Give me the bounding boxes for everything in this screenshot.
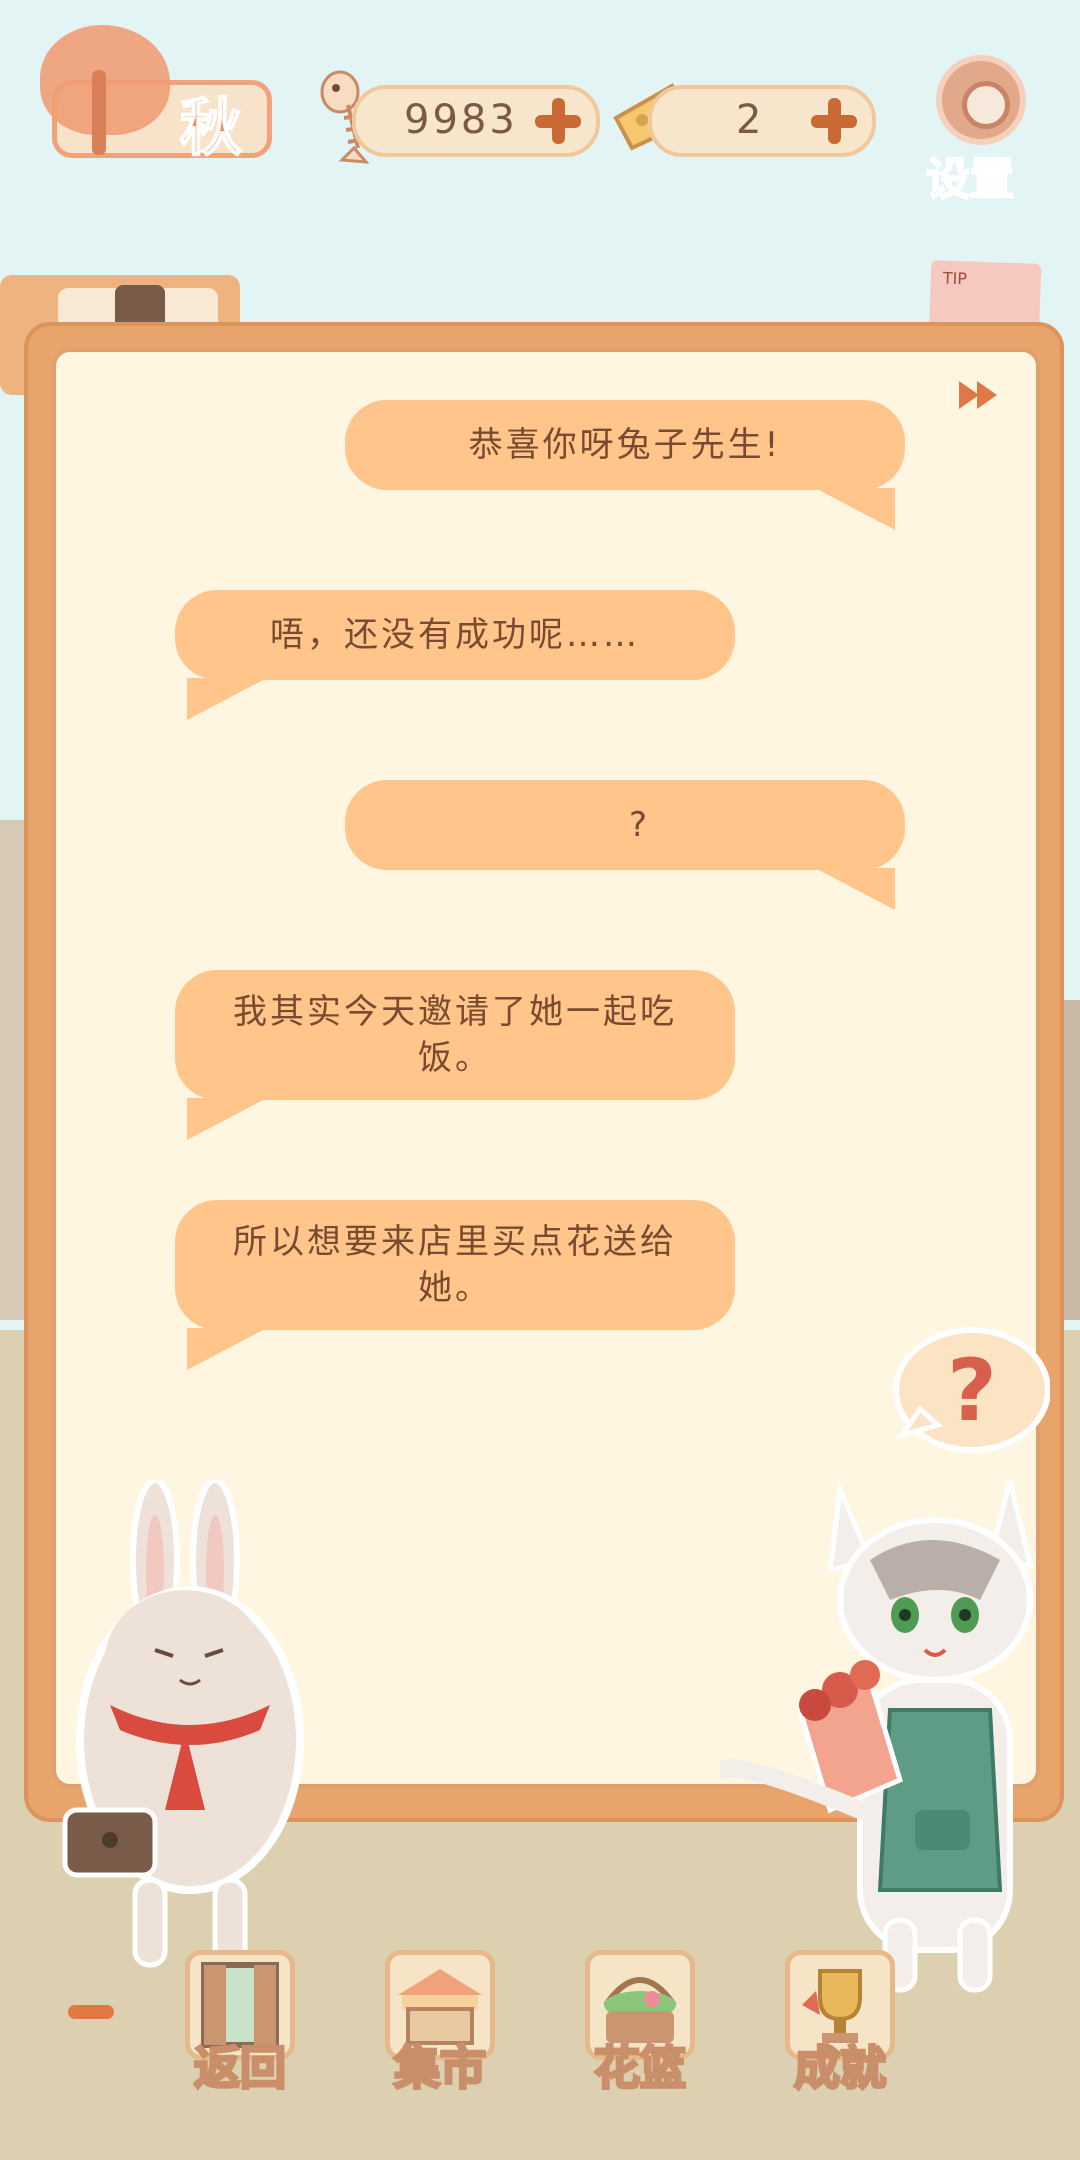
settings-label: 设置 [925,153,1015,206]
settings-button[interactable]: 设置 [922,55,1040,206]
question-mark: ? [947,1341,997,1441]
bubble-tail [187,678,267,720]
nav-back-label: 返回 [193,2040,288,2097]
bubble-tail [815,488,895,530]
dialog-bubble-rabbit: 所以想要来店里买点花送给她。 [175,1200,735,1370]
cheese-value: 2 [736,97,765,143]
nav-flower-basket-button[interactable]: 花篮 [575,1950,705,2097]
cat-question-bubble: ? [893,1327,1050,1453]
dialog-message-text: ? [628,805,650,845]
nav-back-button[interactable]: 返回 [175,1950,305,2097]
tree-trunk-icon [92,70,106,155]
background-shelf-right [1062,1000,1080,1320]
cheese-counter: 2 [648,85,876,157]
collapse-tab[interactable] [68,2005,114,2019]
nav-flower-basket-label: 花篮 [593,2040,688,2097]
dialog-message-text: 恭喜你呀兔子先生! [468,425,782,465]
season-badge[interactable]: 秋 [40,25,272,165]
cat-character [720,1480,1034,1993]
dialog-bubble-cat: 恭喜你呀兔子先生! [345,400,905,530]
nav-achievements-label: 成就 [793,2040,888,2097]
gear-icon [936,55,1026,145]
dialog-bubble-rabbit: 唔，还没有成功呢…… [175,590,735,720]
rabbit-character [62,1480,304,1968]
nav-market-button[interactable]: 集市 [375,1950,505,2097]
tip-label: TIP [942,268,968,289]
nav-market-label: 集市 [393,2040,488,2097]
dialog-message-text: 唔，还没有成功呢…… [270,615,640,655]
fishbone-value: 9983 [404,97,518,143]
dialog-bubble-rabbit: 我其实今天邀请了她一起吃饭。 [175,970,735,1140]
dialog-message-text: 所以想要来店里买点花送给她。 [233,1222,677,1308]
bag-icon [115,285,165,325]
nav-achievements-button[interactable]: 成就 [775,1950,905,2097]
dialog-bubble-cat: ? [345,780,905,910]
season-label: 秋 [179,90,243,165]
fishbone-counter: 9983 [352,85,600,157]
add-cheese-button[interactable] [808,95,860,147]
dialog-message-text: 我其实今天邀请了她一起吃饭。 [233,992,677,1078]
bubble-tail [815,868,895,910]
add-fishbone-button[interactable] [532,95,584,147]
fast-forward-icon[interactable] [955,375,1005,415]
bubble-tail [187,1098,267,1140]
bubble-tail [187,1328,267,1370]
